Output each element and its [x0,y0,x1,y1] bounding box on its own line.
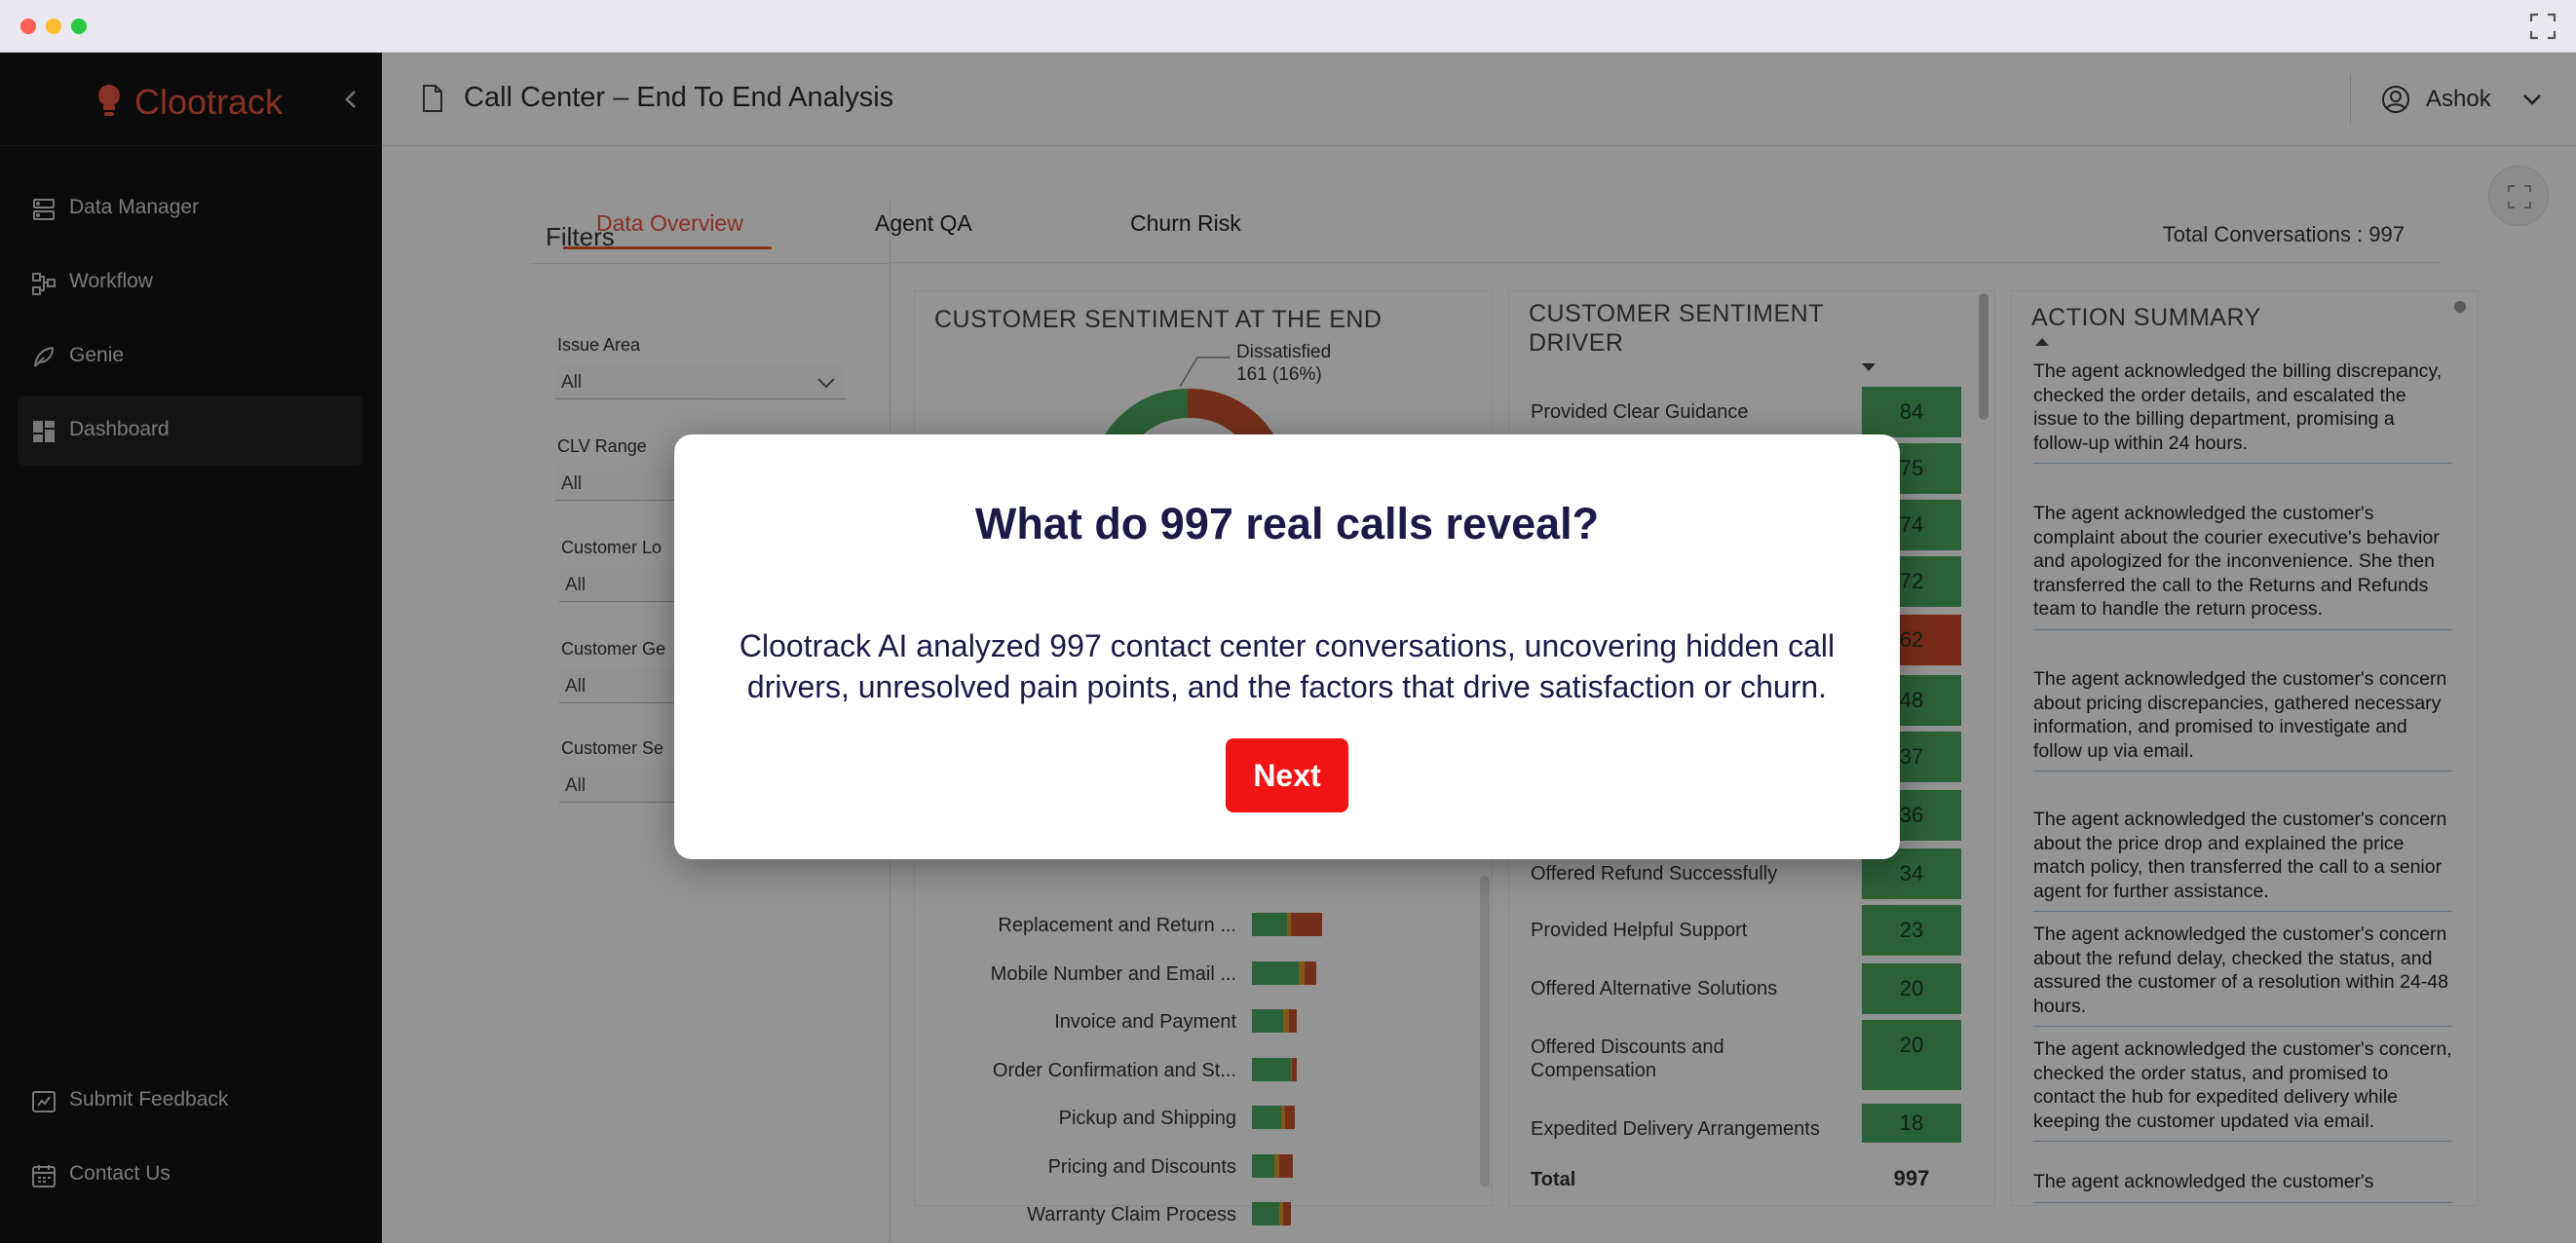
next-button[interactable]: Next [1226,738,1348,812]
intro-modal: What do 997 real calls reveal? Clootrack… [674,434,1900,859]
browser-window: Clootrack Data Manager Workflow Genie Da… [0,0,2576,1243]
close-window-button[interactable] [20,19,36,34]
minimize-window-button[interactable] [46,19,61,34]
modal-title: What do 997 real calls reveal? [974,499,1600,548]
modal-body: Clootrack AI analyzed 997 contact center… [739,628,1836,704]
title-bar [0,0,2576,53]
fullscreen-icon[interactable] [2529,13,2557,40]
maximize-window-button[interactable] [71,19,87,34]
